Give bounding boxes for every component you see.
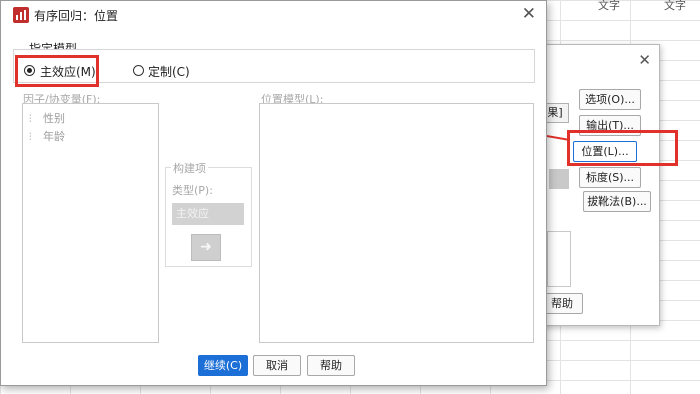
type-select[interactable]: 主效应 bbox=[172, 203, 244, 225]
column-header: 文字 bbox=[598, 0, 620, 12]
close-icon[interactable]: ✕ bbox=[638, 51, 651, 69]
app-icon bbox=[13, 7, 29, 23]
location-model-list[interactable] bbox=[259, 103, 534, 343]
list-selection bbox=[549, 169, 569, 189]
move-arrow-button[interactable]: ➜ bbox=[191, 234, 221, 261]
ordinal-regression-dialog: ✕ 果] 选项(O)... 输出(T)... 位置(L)... 标度(S)...… bbox=[540, 44, 660, 326]
titlebar: 有序回归：位置 ✕ bbox=[1, 1, 546, 29]
list-item[interactable]: ⫶ 性别 bbox=[29, 110, 65, 126]
build-terms-label: 构建项 bbox=[171, 160, 208, 176]
type-label: 类型(P): bbox=[172, 184, 213, 197]
column-header: 文字 bbox=[664, 0, 686, 12]
continue-button[interactable]: 继续(C) bbox=[198, 355, 248, 376]
main-effect-radio[interactable] bbox=[24, 65, 35, 76]
factors-list[interactable]: ⫶ 性别 ⫶ 年龄 bbox=[22, 103, 159, 343]
bootstrap-button[interactable]: 拔靴法(B)... bbox=[583, 191, 651, 212]
main-effect-label[interactable]: 主效应(M) bbox=[40, 63, 96, 80]
list-item[interactable]: ⫶ 年龄 bbox=[29, 128, 65, 144]
location-button-highlight bbox=[567, 130, 678, 166]
arrow-right-icon: ➜ bbox=[200, 239, 212, 255]
help-button[interactable]: 帮助 bbox=[307, 355, 355, 376]
close-icon[interactable]: ✕ bbox=[522, 4, 536, 24]
custom-radio[interactable] bbox=[133, 65, 144, 76]
help-button[interactable]: 帮助 bbox=[541, 293, 583, 314]
location-dialog: 有序回归：位置 ✕ 指定模型 主效应(M) 定制(C) 因子/协变量(F): ⫶… bbox=[0, 0, 547, 386]
list-box bbox=[547, 231, 571, 287]
dialog-title: 有序回归：位置 bbox=[34, 9, 119, 23]
scale-icon: ⫶ bbox=[29, 132, 32, 143]
custom-label[interactable]: 定制(C) bbox=[148, 63, 190, 80]
scale-button[interactable]: 标度(S)... bbox=[579, 167, 641, 188]
scale-icon: ⫶ bbox=[29, 114, 32, 125]
cancel-button[interactable]: 取消 bbox=[253, 355, 301, 376]
options-button[interactable]: 选项(O)... bbox=[579, 89, 641, 110]
